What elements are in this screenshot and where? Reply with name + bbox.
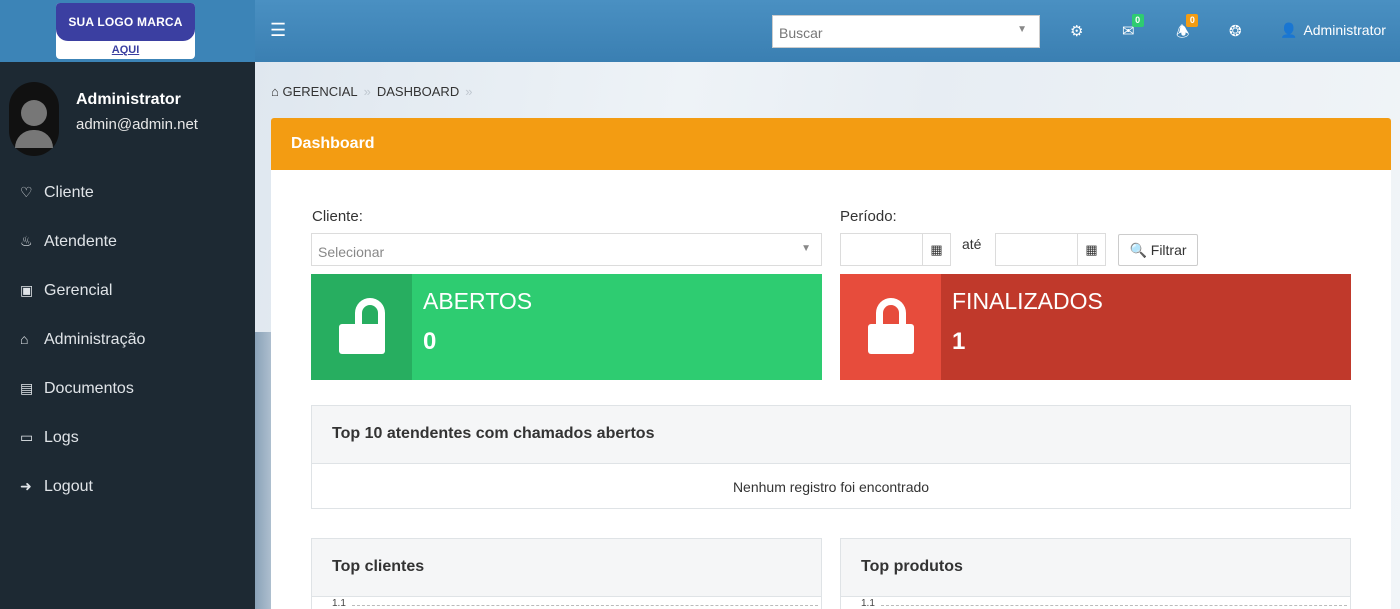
open-tickets-card[interactable]: ABERTOS 0 xyxy=(311,274,822,380)
top-clients-title: Top clientes xyxy=(332,558,425,575)
logo-line2: AQUI xyxy=(111,44,140,56)
bell-outline-icon: ♡ xyxy=(20,184,33,200)
search-icon: 🔍 xyxy=(1129,242,1147,258)
profile-email: admin@admin.net xyxy=(76,116,198,133)
filter-button-label: Filtrar xyxy=(1150,242,1187,258)
sidebar-item-label: Documentos xyxy=(44,380,134,397)
closed-tickets-label: FINALIZADOS xyxy=(952,288,1103,314)
sidebar-item-label: Logs xyxy=(44,429,79,446)
until-label: até xyxy=(962,236,982,252)
search-placeholder: Buscar xyxy=(779,25,823,41)
top-clients-header: Top clientes xyxy=(312,539,821,597)
top-attendants-panel: Top 10 atendentes com chamados abertos N… xyxy=(311,405,1351,509)
home-icon: ⌂ xyxy=(20,331,29,347)
open-tickets-icon-area xyxy=(311,274,412,380)
logo-line1: SUA LOGO MARCA xyxy=(56,3,195,41)
avatar xyxy=(9,82,59,156)
filter-button[interactable]: 🔍 Filtrar xyxy=(1118,234,1198,266)
logo[interactable]: SUA LOGO MARCA AQUI xyxy=(56,3,195,59)
sidebar-item-label: Cliente xyxy=(44,184,94,201)
top-clients-panel: Top clientes 1.1 xyxy=(311,538,822,609)
breadcrumb: ⌂ GERENCIAL » DASHBOARD » xyxy=(271,84,478,99)
chevron-down-icon: ▼ xyxy=(801,243,811,254)
avatar-body xyxy=(15,130,53,148)
sidebar-item-documentos[interactable]: ▤ Documentos xyxy=(0,368,255,417)
bell-icon: ♨ xyxy=(20,233,33,249)
closed-tickets-count: 1 xyxy=(952,328,966,355)
chart-tick-label: 1.1 xyxy=(861,598,875,609)
messages-badge: 0 xyxy=(1131,14,1144,27)
user-icon: 👤 xyxy=(1280,22,1298,38)
period-label: Período: xyxy=(840,208,897,225)
start-date-input[interactable]: ▦ xyxy=(840,233,951,266)
unlock-body xyxy=(339,324,385,354)
avatar-head xyxy=(21,100,47,126)
closed-tickets-icon-area xyxy=(840,274,941,380)
monitor-icon: ▭ xyxy=(20,429,34,445)
user-name: Administrator xyxy=(1303,22,1386,38)
unlock-icon xyxy=(339,298,385,354)
breadcrumb-separator: » xyxy=(465,84,473,99)
profile-name: Administrator xyxy=(76,91,181,108)
open-tickets-count: 0 xyxy=(423,328,437,355)
open-tickets-label: ABERTOS xyxy=(423,288,533,314)
breadcrumb-dashboard[interactable]: DASHBOARD xyxy=(377,84,459,99)
gear-icon[interactable]: ⚙ xyxy=(1070,22,1083,40)
sidebar-item-logout[interactable]: ➜ Logout xyxy=(0,466,255,515)
sidebar-item-label: Logout xyxy=(44,478,93,495)
closed-tickets-info: FINALIZADOS 1 xyxy=(941,274,1351,380)
briefcase-icon: ▣ xyxy=(20,282,34,298)
panel-header: Dashboard xyxy=(271,118,1391,170)
sidebar-item-label: Gerencial xyxy=(44,282,113,299)
sign-out-icon: ➜ xyxy=(20,478,32,494)
top-products-panel: Top produtos 1.1 xyxy=(840,538,1351,609)
lock-body xyxy=(868,324,914,354)
sidebar-item-logs[interactable]: ▭ Logs xyxy=(0,417,255,466)
sidebar: Administrator admin@admin.net ♡ Cliente ♨… xyxy=(0,62,255,609)
user-menu[interactable]: 👤 Administrator xyxy=(1280,22,1386,39)
home-icon[interactable]: ⌂ xyxy=(271,84,279,99)
top-products-title: Top produtos xyxy=(861,558,963,575)
chart-gridline xyxy=(352,605,818,606)
sidebar-menu: ♡ Cliente ♨ Atendente ▣ Gerencial ⌂ Administ… xyxy=(0,172,255,515)
search-select[interactable]: Buscar ▼ xyxy=(772,15,1040,48)
top-attendants-title: Top 10 atendentes com chamados abertos xyxy=(332,425,655,442)
sidebar-item-label: Atendente xyxy=(44,233,117,250)
lock-icon xyxy=(868,298,914,354)
client-select[interactable]: Selecionar ▼ xyxy=(311,233,822,266)
breadcrumb-gerencial[interactable]: GERENCIAL xyxy=(282,84,357,99)
chart-tick-label: 1.1 xyxy=(332,598,346,609)
top-products-header: Top produtos xyxy=(841,539,1350,597)
hamburger-menu-icon[interactable]: ☰ xyxy=(270,20,286,41)
envelope-icon[interactable]: ✉ 0 xyxy=(1122,14,1144,40)
chart-gridline xyxy=(881,605,1347,606)
client-select-placeholder: Selecionar xyxy=(318,244,385,260)
sidebar-item-atendente[interactable]: ♨ Atendente xyxy=(0,221,255,270)
sidebar-item-cliente[interactable]: ♡ Cliente xyxy=(0,172,255,221)
bell-icon[interactable]: 🕭 0 xyxy=(1176,14,1199,47)
empty-message: Nenhum registro foi encontrado xyxy=(732,479,930,495)
sidebar-item-administracao[interactable]: ⌂ Administração xyxy=(0,319,255,368)
page-title: Dashboard xyxy=(291,135,375,152)
sidebar-item-gerencial[interactable]: ▣ Gerencial xyxy=(0,270,255,319)
client-label: Cliente: xyxy=(312,208,363,225)
end-date-input[interactable]: ▦ xyxy=(995,233,1106,266)
help-lifebuoy-icon[interactable]: ❂ xyxy=(1229,22,1242,40)
logo-area: SUA LOGO MARCA AQUI xyxy=(0,0,255,62)
closed-tickets-card[interactable]: FINALIZADOS 1 xyxy=(840,274,1351,380)
notifications-badge: 0 xyxy=(1186,14,1199,27)
calendar-icon[interactable]: ▦ xyxy=(922,234,950,265)
document-icon: ▤ xyxy=(20,380,34,396)
chevron-down-icon: ▼ xyxy=(1017,24,1027,35)
sidebar-item-label: Administração xyxy=(44,331,146,348)
calendar-icon[interactable]: ▦ xyxy=(1077,234,1105,265)
top-attendants-header: Top 10 atendentes com chamados abertos xyxy=(312,406,1350,464)
breadcrumb-separator: » xyxy=(363,84,371,99)
open-tickets-info: ABERTOS 0 xyxy=(412,274,822,380)
